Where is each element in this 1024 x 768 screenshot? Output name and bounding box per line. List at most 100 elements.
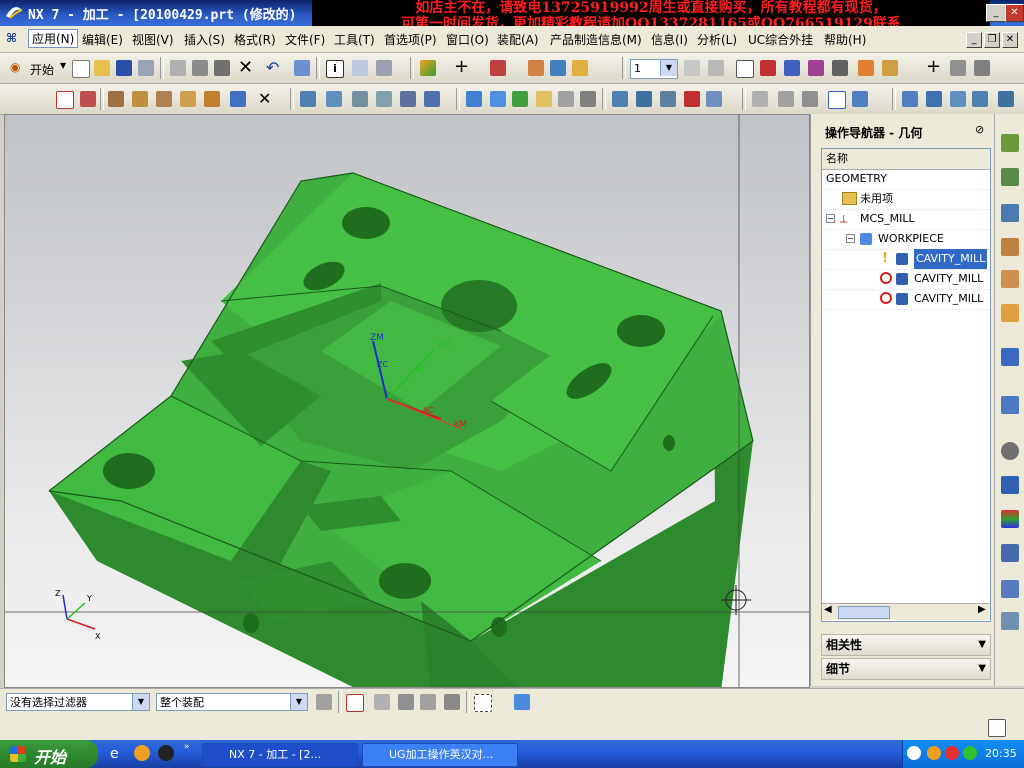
tree-row-selected[interactable]: ! CAVITY_MILL [822, 249, 990, 270]
edit-object-icon[interactable] [466, 91, 482, 107]
menu-application[interactable]: 应用(N) [28, 29, 79, 48]
menu-window[interactable]: 窗口(O) [446, 31, 489, 48]
tray-alert-icon[interactable] [945, 746, 959, 760]
intersect-icon[interactable] [808, 60, 824, 76]
ie-icon[interactable]: e [110, 746, 119, 762]
training-tab-icon[interactable] [1001, 612, 1019, 630]
rename-icon[interactable] [558, 91, 574, 107]
replay-icon[interactable] [156, 91, 172, 107]
create-tool-icon[interactable] [80, 91, 96, 107]
menu-format[interactable]: 格式(R) [234, 31, 276, 48]
machine-navigator-tab-icon[interactable] [1001, 168, 1019, 186]
save-icon[interactable] [116, 60, 132, 76]
shaded-view-icon[interactable] [828, 91, 846, 109]
menu-tools[interactable]: 工具(T) [334, 31, 375, 48]
open-folder-icon[interactable] [94, 60, 110, 76]
overflow-icon[interactable]: » [184, 742, 190, 752]
tool-axis-icon[interactable] [424, 91, 440, 107]
menu-preferences[interactable]: 首选项(P) [384, 31, 437, 48]
pin-icon[interactable]: ⊘ [975, 123, 984, 136]
roles-tab-icon[interactable] [1001, 396, 1019, 414]
sketch-icon[interactable] [974, 60, 990, 76]
render-style-icon[interactable] [420, 60, 436, 76]
layer-settings-icon[interactable] [684, 60, 700, 76]
doc-close-button[interactable]: ✕ [1002, 32, 1018, 48]
object-info-icon[interactable] [580, 91, 596, 107]
history-tab-icon[interactable] [1001, 270, 1019, 288]
list-path-icon[interactable] [180, 91, 196, 107]
clock-icon[interactable] [1001, 442, 1019, 460]
column-header[interactable]: 名称 [822, 149, 990, 170]
scroll-right-icon[interactable]: ▶ [978, 604, 986, 615]
mark-complete-icon[interactable] [684, 91, 700, 107]
web-browser-tab-icon[interactable] [1001, 348, 1019, 366]
select-feature-icon[interactable] [374, 694, 390, 710]
palette-icon[interactable] [572, 60, 588, 76]
horizontal-scrollbar[interactable]: ◀ ▶ [822, 603, 990, 620]
wcs-icon[interactable] [490, 60, 506, 76]
display-icon[interactable] [636, 91, 652, 107]
system-materials-tab-icon[interactable] [1001, 304, 1019, 322]
menu-insert[interactable]: 插入(S) [184, 31, 225, 48]
copy-icon[interactable] [192, 60, 208, 76]
orient-view-icon[interactable] [902, 91, 918, 107]
add-point-icon[interactable]: + [926, 56, 941, 77]
machine-tool-view-icon[interactable] [400, 91, 416, 107]
help-icon[interactable] [352, 60, 368, 76]
tray-expand-icon[interactable] [907, 746, 921, 760]
palette-tab-icon[interactable] [1001, 476, 1019, 494]
menu-uc-plugin[interactable]: UC综合外挂 [748, 31, 813, 48]
paste-icon[interactable] [214, 60, 230, 76]
tree-row[interactable]: − ⟂ MCS_MILL [822, 209, 990, 230]
menu-assembly[interactable]: 装配(A) [497, 31, 539, 48]
doc-restore-button[interactable]: ❐ [984, 32, 1000, 48]
shop-doc-icon[interactable] [660, 91, 676, 107]
repeat-icon[interactable] [294, 60, 310, 76]
crosshair-icon[interactable]: + [454, 56, 469, 77]
tool-path-icon[interactable] [108, 91, 124, 107]
generate-icon[interactable] [132, 91, 148, 107]
color-tab-icon[interactable] [1001, 510, 1019, 528]
taskbar-item-document[interactable]: UG加工操作英汉对... [362, 743, 518, 767]
close-button[interactable]: ✕ [1005, 4, 1024, 22]
cut-object-icon[interactable] [490, 91, 506, 107]
graphics-window[interactable]: ZM YM XM ZC YC XC Z Y X [4, 114, 810, 688]
cube-select-icon[interactable] [514, 694, 530, 710]
refresh-view-icon[interactable] [998, 91, 1014, 107]
method-view-icon[interactable] [326, 91, 342, 107]
minimize-button[interactable]: _ [986, 4, 1006, 22]
tool-view-icon[interactable] [376, 91, 392, 107]
collapse-icon[interactable]: − [826, 214, 835, 223]
curve-icon[interactable] [950, 60, 966, 76]
process-studio-tab-icon[interactable] [1001, 544, 1019, 562]
info-icon[interactable]: i [326, 60, 344, 78]
undo-icon[interactable]: ↶ [266, 58, 279, 77]
dimension-icon[interactable] [882, 60, 898, 76]
pan-view-icon[interactable] [950, 91, 966, 107]
cut-icon[interactable] [170, 60, 186, 76]
navigator-tab-icon[interactable] [1001, 134, 1019, 152]
geometry-view-icon[interactable] [352, 91, 368, 107]
menu-view[interactable]: 视图(V) [132, 31, 174, 48]
layer-select[interactable]: 1 ▼ [630, 59, 678, 79]
tree-row[interactable]: GEOMETRY [822, 169, 990, 190]
start-menu-button[interactable]: 开始 [30, 61, 54, 78]
new-file-icon[interactable] [72, 60, 90, 78]
menu-edit[interactable]: 编辑(E) [82, 31, 123, 48]
tree-row[interactable]: − WORKPIECE [822, 229, 990, 250]
menu-pmi[interactable]: 产品制造信息(M) [550, 31, 642, 48]
tray-network-icon[interactable] [963, 746, 977, 760]
move-layer-icon[interactable] [708, 60, 724, 76]
type-filter-select[interactable]: 没有选择过滤器 ▼ [6, 693, 150, 711]
menu-information[interactable]: 信息(I) [651, 31, 688, 48]
view-icon[interactable] [550, 60, 566, 76]
details-panel-header[interactable]: 细节 ▼ [821, 658, 991, 680]
navigator-tree[interactable]: 名称 GEOMETRY 未用项 − ⟂ MCS_MILL − WORKPIECE… [821, 148, 991, 622]
endpoint-icon[interactable] [760, 60, 776, 76]
operation-navigator-tab-icon[interactable] [1001, 204, 1019, 222]
assembly-tab-icon[interactable] [1001, 580, 1019, 598]
taskbar-item-nx[interactable]: NX 7 - 加工 - [2... [202, 743, 358, 767]
dependencies-panel-header[interactable]: 相关性 ▼ [821, 634, 991, 656]
rotate-view-icon[interactable] [926, 91, 942, 107]
plane-icon[interactable] [802, 91, 818, 107]
